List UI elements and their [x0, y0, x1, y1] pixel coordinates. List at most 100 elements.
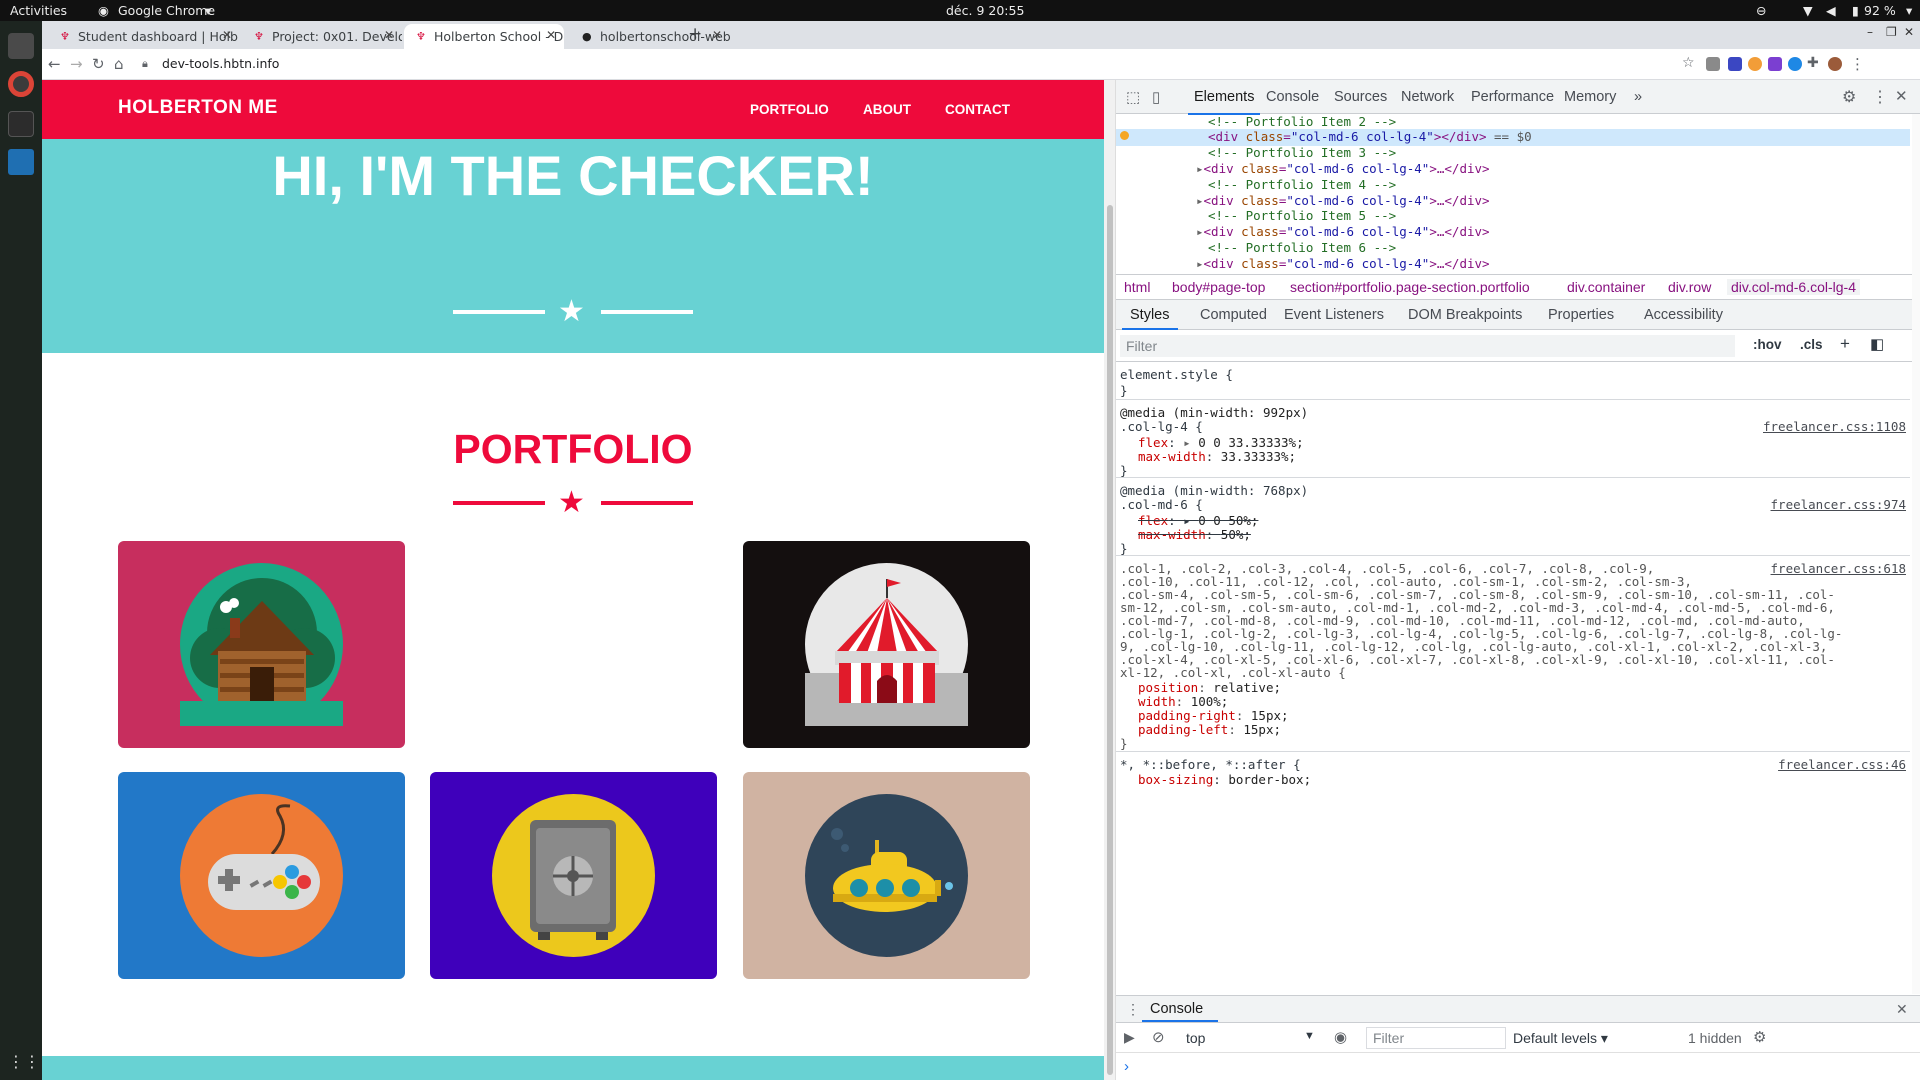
subtab-dom-breakpoints[interactable]: DOM Breakpoints — [1408, 307, 1522, 323]
style-rule-universal[interactable]: *, *::before, *::after { freelancer.css:… — [1116, 752, 1910, 792]
crumb-html[interactable]: html — [1124, 279, 1150, 295]
css-prop-name[interactable]: padding-left — [1138, 722, 1228, 737]
css-prop-name[interactable]: box-sizing — [1138, 772, 1213, 787]
crumb-col[interactable]: div.col-md-6.col-lg-4 — [1727, 279, 1860, 295]
console-settings-gear-icon[interactable]: ⚙ — [1753, 1028, 1766, 1046]
style-source-link[interactable]: freelancer.css:1108 — [1763, 419, 1906, 434]
style-source-link[interactable]: freelancer.css:974 — [1771, 497, 1906, 512]
css-prop-value[interactable]: 0 0 33.33333%; — [1198, 435, 1303, 450]
crumb-body[interactable]: body#page-top — [1172, 279, 1265, 295]
expand-triangle-icon[interactable]: ▸ — [1116, 193, 1204, 208]
subtab-properties[interactable]: Properties — [1548, 307, 1614, 323]
chrome-icon[interactable] — [8, 71, 34, 97]
close-devtools-icon[interactable]: ✕ — [1895, 87, 1908, 105]
tab-student-dashboard[interactable]: ♆ Student dashboard | Holb ✕ — [48, 24, 240, 49]
styles-filter-input[interactable]: Filter — [1120, 335, 1735, 357]
tab-close-icon[interactable]: ✕ — [222, 28, 232, 42]
tab-close-icon[interactable]: ✕ — [546, 28, 556, 42]
app-menu[interactable]: Google Chrome — [118, 3, 215, 18]
console-filter-input[interactable]: Filter — [1366, 1027, 1506, 1049]
style-source-link[interactable]: freelancer.css:46 — [1778, 757, 1906, 772]
subtab-styles[interactable]: Styles — [1122, 307, 1177, 330]
expand-triangle-icon[interactable]: ▸ — [1116, 161, 1204, 176]
extension-icon[interactable] — [1728, 57, 1742, 71]
tab-project[interactable]: ♆ Project: 0x01. Developer t ✕ — [242, 24, 402, 49]
tab-github[interactable]: ● holbertonschool-web_fro ✕ — [570, 24, 730, 49]
new-tab-button[interactable]: + — [688, 24, 702, 44]
portfolio-item-cabin[interactable] — [118, 541, 405, 748]
css-prop-name[interactable]: width — [1138, 694, 1176, 709]
hov-toggle[interactable]: :hov — [1753, 337, 1782, 352]
dom-line[interactable]: ▸<div class="col-md-6 col-lg-4">…</div> — [1116, 256, 1910, 273]
restore-icon[interactable]: ❐ — [1886, 25, 1897, 39]
tab-close-icon[interactable]: ✕ — [384, 28, 394, 42]
nav-contact[interactable]: CONTACT — [945, 102, 1010, 117]
css-prop-name-overridden[interactable]: max-width — [1138, 527, 1206, 542]
crumb-section[interactable]: section#portfolio.page-section.portfolio — [1290, 279, 1530, 295]
portfolio-item-circus[interactable] — [743, 541, 1030, 748]
minimize-icon[interactable]: – — [1867, 25, 1873, 39]
css-prop-value[interactable]: 15px; — [1251, 708, 1289, 723]
context-selector[interactable]: top — [1186, 1030, 1205, 1046]
dom-line[interactable]: <!-- Portfolio Item 4 --> — [1116, 177, 1910, 194]
files-icon[interactable] — [8, 33, 34, 59]
css-prop-value[interactable]: relative; — [1213, 680, 1281, 695]
console-prompt[interactable]: › — [1124, 1058, 1129, 1075]
dom-line[interactable]: ▸<div class="col-md-6 col-lg-4">…</div> — [1116, 161, 1910, 178]
subtab-computed[interactable]: Computed — [1200, 307, 1267, 323]
device-toolbar-icon[interactable]: ▯ — [1152, 88, 1160, 106]
style-rule-element[interactable]: element.style { } — [1116, 362, 1910, 400]
back-icon[interactable]: ← — [48, 55, 61, 73]
css-prop-name[interactable]: padding-right — [1138, 708, 1236, 723]
live-expression-eye-icon[interactable]: ◉ — [1334, 1028, 1347, 1046]
expand-triangle-icon[interactable]: ▸ — [1116, 256, 1204, 271]
context-dropdown-icon[interactable]: ▼ — [1304, 1030, 1315, 1042]
drawer-tab-console[interactable]: Console — [1150, 1001, 1203, 1017]
extension-icon[interactable] — [1706, 57, 1720, 71]
activities-button[interactable]: Activities — [10, 3, 67, 18]
subtab-accessibility[interactable]: Accessibility — [1644, 307, 1723, 323]
menu-kebab-icon[interactable]: ⋮ — [1850, 55, 1865, 73]
style-rule-col-lg-4[interactable]: @media (min-width: 992px) .col-lg-4 { fr… — [1116, 400, 1910, 478]
css-prop-value[interactable]: 15px; — [1243, 722, 1281, 737]
tab-close-icon[interactable]: ✕ — [712, 28, 722, 42]
system-menu-chevron-icon[interactable]: ▾ — [1906, 3, 1912, 18]
dom-line-selected[interactable]: <div class="col-md-6 col-lg-4"></div> ==… — [1116, 129, 1910, 146]
style-rule-col-md-6[interactable]: @media (min-width: 768px) .col-md-6 { fr… — [1116, 478, 1910, 556]
nav-about[interactable]: ABOUT — [863, 102, 911, 117]
vscode-icon[interactable] — [8, 149, 34, 175]
portfolio-item-submarine[interactable] — [743, 772, 1030, 979]
css-prop-name[interactable]: flex — [1138, 435, 1168, 450]
tab-performance[interactable]: Performance — [1471, 89, 1554, 105]
inspect-element-icon[interactable]: ⬚ — [1126, 88, 1140, 106]
avatar[interactable] — [1828, 57, 1842, 71]
cls-toggle[interactable]: .cls — [1800, 337, 1823, 352]
lock-icon[interactable]: 🔒︎ — [142, 57, 148, 71]
clear-console-icon[interactable]: ⊘ — [1152, 1028, 1165, 1046]
more-tabs-button[interactable]: » — [1634, 89, 1642, 105]
extension-icon[interactable] — [1788, 57, 1802, 71]
tab-holberton-active[interactable]: ♆ Holberton School - Develo ✕ — [404, 24, 564, 49]
log-levels-dropdown[interactable]: Default levels ▾ — [1513, 1030, 1608, 1047]
crumb-row[interactable]: div.row — [1668, 279, 1711, 295]
site-brand[interactable]: HOLBERTON ME — [118, 97, 278, 119]
new-style-rule-icon[interactable]: + — [1840, 334, 1850, 354]
scrollbar-thumb[interactable] — [1107, 205, 1113, 1075]
puzzle-icon[interactable]: ✚ — [1807, 55, 1819, 71]
tab-elements[interactable]: Elements — [1187, 89, 1261, 115]
devtools-menu-icon[interactable]: ⋮ — [1872, 87, 1888, 107]
clock[interactable]: déc. 9 20:55 — [946, 3, 1024, 18]
dom-line[interactable]: <!-- Portfolio Item 3 --> — [1116, 145, 1910, 162]
tab-sources[interactable]: Sources — [1334, 89, 1387, 105]
toggle-sidebar-icon[interactable]: ◧ — [1870, 335, 1884, 353]
css-prop-value[interactable]: border-box; — [1228, 772, 1311, 787]
css-prop-value-overridden[interactable]: 0 0 50%; — [1198, 513, 1258, 528]
nav-portfolio[interactable]: PORTFOLIO — [750, 102, 829, 117]
expand-triangle-icon[interactable]: ▸ — [1183, 435, 1191, 450]
css-prop-value[interactable]: 33.33333%; — [1221, 449, 1296, 464]
home-icon[interactable]: ⌂ — [114, 55, 124, 73]
crumb-container[interactable]: div.container — [1567, 279, 1645, 295]
style-source-link[interactable]: freelancer.css:618 — [1771, 561, 1906, 576]
css-prop-name[interactable]: position — [1138, 680, 1198, 695]
close-drawer-icon[interactable]: ✕ — [1896, 1001, 1908, 1018]
